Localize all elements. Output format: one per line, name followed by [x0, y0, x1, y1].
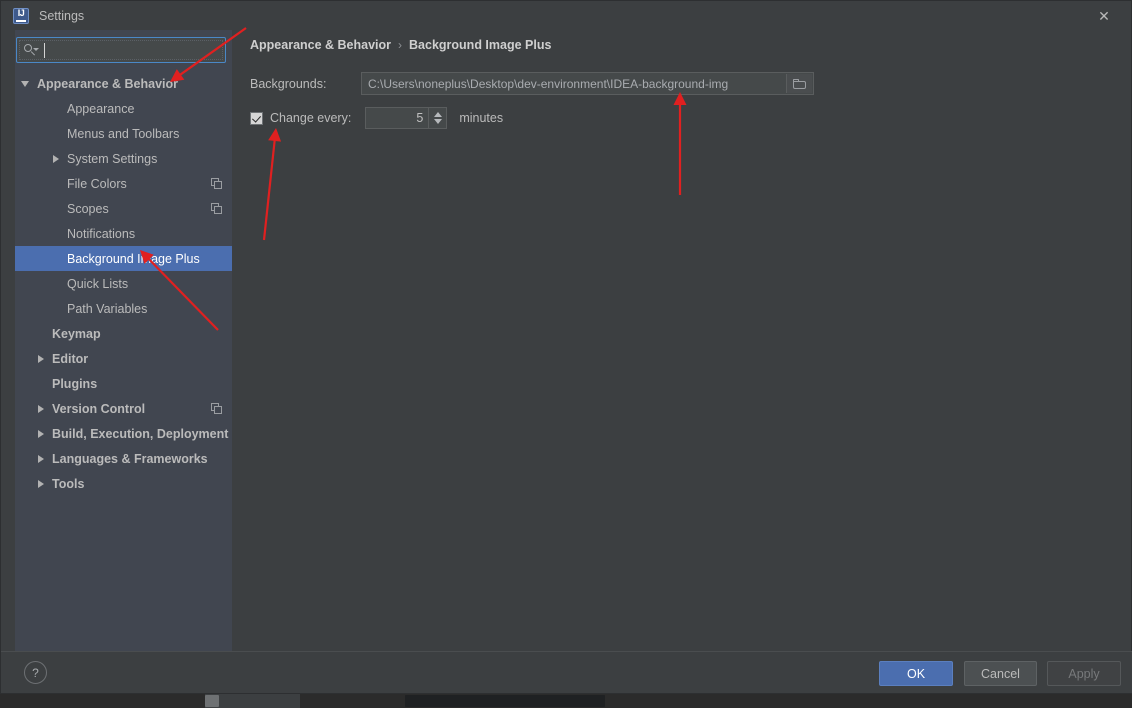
change-every-stepper[interactable]: 5 [365, 107, 448, 129]
breadcrumb-separator-icon: › [398, 38, 403, 52]
cancel-button[interactable]: Cancel [964, 661, 1037, 686]
sidebar-item-quick-lists[interactable]: Quick Lists [15, 271, 232, 296]
sidebar-item-label: Tools [52, 476, 85, 491]
dialog-footer: ? OK Cancel Apply [1, 651, 1132, 693]
change-every-row: Change every: 5 minutes [250, 107, 503, 129]
sidebar-item-label: System Settings [67, 151, 158, 166]
sidebar-item-file-colors[interactable]: File Colors [15, 171, 232, 196]
breadcrumb: Appearance & Behavior › Background Image… [250, 38, 551, 52]
copy-icon[interactable] [211, 403, 222, 414]
dialog-title: Settings [39, 8, 85, 23]
ok-button[interactable]: OK [879, 661, 953, 686]
screenshot-root: arsgoFrcltdrapcotxceus;vincUFe Settings … [0, 0, 1132, 708]
sidebar-item-build-execution-deployment[interactable]: Build, Execution, Deployment [15, 421, 232, 446]
chevron-right-icon[interactable] [34, 477, 48, 491]
sidebar-item-label: Appearance & Behavior [37, 76, 179, 91]
help-icon[interactable]: ? [24, 661, 47, 684]
search-input[interactable] [16, 37, 226, 63]
change-every-label: Change every: [270, 111, 352, 125]
chevron-down-icon[interactable] [19, 77, 33, 91]
sidebar-item-label: Background Image Plus [67, 251, 200, 266]
sidebar-item-system-settings[interactable]: System Settings [15, 146, 232, 171]
chevron-right-icon[interactable] [34, 402, 48, 416]
sidebar-item-label: Version Control [52, 401, 146, 416]
change-every-unit: minutes [459, 111, 504, 125]
browse-button[interactable] [786, 74, 812, 93]
sidebar-item-label: Appearance [67, 101, 135, 116]
search-text-caret [44, 43, 45, 58]
chevron-right-icon[interactable] [49, 152, 63, 166]
settings-dialog: Settings ✕ Appearance & BehaviorAppearan… [0, 0, 1132, 694]
chevron-right-icon[interactable] [34, 427, 48, 441]
sidebar-item-label: Editor [52, 351, 89, 366]
sidebar-item-version-control[interactable]: Version Control [15, 396, 232, 421]
sidebar-item-path-variables[interactable]: Path Variables [15, 296, 232, 321]
sidebar-item-plugins[interactable]: Plugins [15, 371, 232, 396]
breadcrumb-root[interactable]: Appearance & Behavior [250, 38, 391, 52]
intellij-idea-icon [13, 7, 29, 24]
backgrounds-label: Backgrounds: [250, 76, 327, 91]
copy-icon[interactable] [211, 178, 222, 189]
stepper-down-icon[interactable] [434, 119, 443, 124]
sidebar-item-background-image-plus[interactable]: Background Image Plus [15, 246, 232, 271]
settings-content-panel: Appearance & Behavior › Background Image… [232, 30, 1131, 653]
stepper-up-icon[interactable] [434, 112, 443, 117]
sidebar-item-keymap[interactable]: Keymap [15, 321, 232, 346]
settings-sidebar: Appearance & Behavior Appearance Menus and… [15, 30, 232, 653]
backgrounds-path-value: C:\Users\noneplus\Desktop\dev-environmen… [368, 76, 729, 91]
sidebar-item-scopes[interactable]: Scopes [15, 196, 232, 221]
sidebar-item-label: File Colors [67, 176, 127, 191]
search-field-wrapper[interactable] [16, 37, 226, 63]
chevron-right-icon[interactable] [34, 352, 48, 366]
sidebar-item-editor[interactable]: Editor [15, 346, 232, 371]
sidebar-item-label: Languages & Frameworks [52, 451, 208, 466]
sidebar-item-label: Plugins [52, 376, 98, 391]
sidebar-item-appearance-behavior[interactable]: Appearance & Behavior [15, 71, 232, 96]
sidebar-item-appearance[interactable]: Appearance [15, 96, 232, 121]
sidebar-item-tools[interactable]: Tools [15, 471, 232, 496]
sidebar-item-notifications[interactable]: Notifications [15, 221, 232, 246]
sidebar-item-label: Build, Execution, Deployment [52, 426, 229, 441]
sidebar-item-label: Notifications [67, 226, 136, 241]
dialog-titlebar: Settings ✕ [1, 1, 1131, 30]
change-every-checkbox[interactable] [250, 111, 263, 125]
change-every-value[interactable]: 5 [366, 111, 428, 125]
apply-button[interactable]: Apply [1047, 661, 1121, 686]
backgrounds-field-row: Backgrounds: C:\Users\noneplus\Desktop\d… [250, 72, 814, 95]
settings-tree: Appearance & Behavior Appearance Menus and… [15, 71, 232, 653]
sidebar-item-languages-frameworks[interactable]: Languages & Frameworks [15, 446, 232, 471]
sidebar-item-menus-and-toolbars[interactable]: Menus and Toolbars [15, 121, 232, 146]
sidebar-item-label: Scopes [67, 201, 109, 216]
stepper-arrows[interactable] [428, 108, 447, 128]
folder-icon [793, 78, 806, 89]
sidebar-item-label: Quick Lists [67, 276, 129, 291]
copy-icon[interactable] [211, 203, 222, 214]
sidebar-item-label: Keymap [52, 326, 101, 341]
ide-bottom-edge-strip [0, 693, 1132, 708]
close-icon[interactable]: ✕ [1091, 7, 1117, 25]
search-icon [24, 44, 39, 57]
backgrounds-path-input[interactable]: C:\Users\noneplus\Desktop\dev-environmen… [361, 72, 814, 95]
breadcrumb-current: Background Image Plus [409, 38, 552, 52]
chevron-right-icon[interactable] [34, 452, 48, 466]
sidebar-item-label: Path Variables [67, 301, 148, 316]
sidebar-item-label: Menus and Toolbars [67, 126, 180, 141]
